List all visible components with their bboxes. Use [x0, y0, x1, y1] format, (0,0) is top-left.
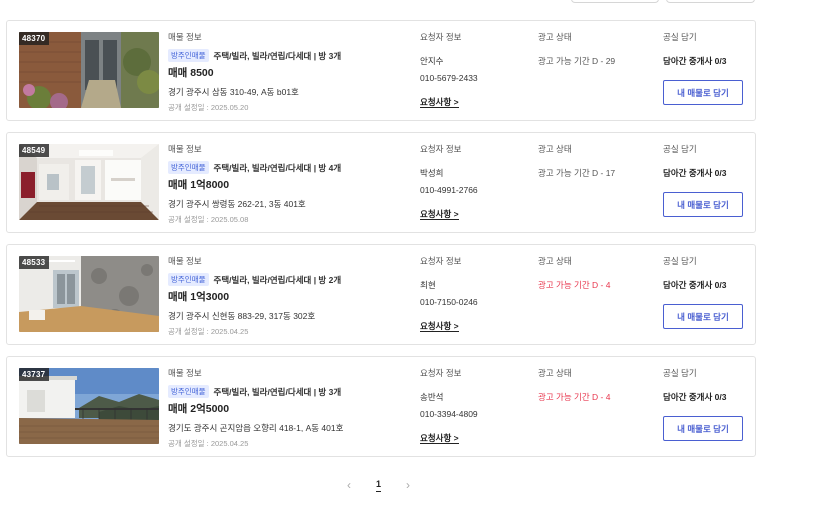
requester-phone: 010-4991-2766 [420, 185, 478, 195]
listing-photo[interactable]: 48533 [19, 256, 159, 332]
listing-card: 48549 매물 정보 방주인매물 주택/빌라, 빌라/연립/다세대 | 방 4… [6, 132, 756, 233]
exclusive-listing-tag: 방주인매물 [168, 385, 209, 398]
request-details-link[interactable]: 요청사항 > [420, 97, 459, 108]
listing-price: 매매 2억5000 [168, 403, 230, 415]
claim-listing-button[interactable]: 내 매물로 담기 [663, 416, 743, 441]
property-type: 주택/빌라, 빌라/연립/다세대 | 방 4개 [213, 162, 342, 173]
listing-price: 매매 1억8000 [168, 179, 230, 191]
listing-card: 48533 매물 정보 방주인매물 주택/빌라, 빌라/연립/다세대 | 방 2… [6, 244, 756, 345]
requester-name: 최현 [420, 280, 436, 290]
ad-status: 광고 상태 광고 가능 기간 D - 17 [538, 143, 653, 179]
vacancy-claim-label: 공실 담기 [663, 144, 697, 154]
publish-date: 공개 설정일 : 2025.05.08 [168, 215, 249, 224]
next-page-chevron-icon[interactable]: › [406, 478, 410, 492]
listing-info-label: 매물 정보 [168, 256, 202, 266]
requester-info-label: 요청자 정보 [420, 144, 462, 154]
listing-photo[interactable]: 48549 [19, 144, 159, 220]
ad-status-label: 광고 상태 [538, 256, 572, 266]
requester-phone: 010-5679-2433 [420, 73, 478, 83]
ad-period-status: 광고 가능 기간 D - 17 [538, 168, 616, 178]
publish-date: 공개 설정일 : 2025.04.25 [168, 439, 249, 448]
ad-status-label: 광고 상태 [538, 368, 572, 378]
top-sort-button[interactable] [666, 0, 755, 3]
requester-info-label: 요청자 정보 [420, 32, 462, 42]
ad-period-status: 광고 가능 기간 D - 4 [538, 392, 611, 402]
ad-status-label: 광고 상태 [538, 32, 572, 42]
ad-status: 광고 상태 광고 가능 기간 D - 4 [538, 255, 653, 291]
requester-phone: 010-3394-4809 [420, 409, 478, 419]
listing-card: 48370 매물 정보 방주인매물 주택/빌라, 빌라/연립/다세대 | 방 3… [6, 20, 756, 121]
listing-info-label: 매물 정보 [168, 144, 202, 154]
ad-status-label: 광고 상태 [538, 144, 572, 154]
vacancy-claim-label: 공실 담기 [663, 368, 697, 378]
requester-info-label: 요청자 정보 [420, 368, 462, 378]
publish-date: 공개 설정일 : 2025.04.25 [168, 327, 249, 336]
requester-name: 박성희 [420, 168, 444, 178]
listing-photo[interactable]: 43737 [19, 368, 159, 444]
listing-photo[interactable]: 48370 [19, 32, 159, 108]
requester-info-label: 요청자 정보 [420, 256, 462, 266]
listing-address: 경기 광주시 신현동 883-29, 317동 302호 [168, 311, 316, 321]
requester-info: 요청자 정보 송반석 010-3394-4809 요청사항 > [420, 367, 530, 444]
vacancy-claim: 공실 담기 담아간 중개사 0/3 내 매물로 담기 [663, 143, 753, 217]
listing-info-label: 매물 정보 [168, 32, 202, 42]
listing-address: 경기도 광주시 곤지암읍 오향리 418-1, A동 401호 [168, 423, 344, 433]
vacancy-claim: 공실 담기 담아간 중개사 0/3 내 매물로 담기 [663, 255, 753, 329]
page-number-current[interactable]: 1 [376, 479, 382, 492]
ad-status: 광고 상태 광고 가능 기간 D - 4 [538, 367, 653, 403]
listing-price: 매매 8500 [168, 67, 214, 79]
ad-period-status: 광고 가능 기간 D - 29 [538, 56, 616, 66]
exclusive-listing-tag: 방주인매물 [168, 273, 209, 286]
vacancy-claim: 공실 담기 담아간 중개사 0/3 내 매물로 담기 [663, 31, 753, 105]
listing-price: 매매 1억3000 [168, 291, 230, 303]
listing-id-badge: 48549 [19, 144, 50, 157]
pagination: ‹ 1 › [340, 476, 420, 496]
ad-period-status: 광고 가능 기간 D - 4 [538, 280, 611, 290]
listing-info: 매물 정보 방주인매물 주택/빌라, 빌라/연립/다세대 | 방 3개 매매 2… [168, 367, 408, 449]
listing-address: 경기 광주시 쌍령동 262-21, 3동 401호 [168, 199, 306, 209]
request-details-link[interactable]: 요청사항 > [420, 321, 459, 332]
top-filter-button[interactable] [571, 0, 659, 3]
property-type: 주택/빌라, 빌라/연립/다세대 | 방 2개 [213, 274, 342, 285]
property-type: 주택/빌라, 빌라/연립/다세대 | 방 3개 [213, 386, 342, 397]
ad-status: 광고 상태 광고 가능 기간 D - 29 [538, 31, 653, 67]
listing-info-label: 매물 정보 [168, 368, 202, 378]
publish-date: 공개 설정일 : 2025.05.20 [168, 103, 249, 112]
listing-address: 경기 광주시 삼동 310-49, A동 b01호 [168, 87, 299, 97]
listing-id-badge: 48533 [19, 256, 50, 269]
request-details-link[interactable]: 요청사항 > [420, 433, 459, 444]
claimed-agent-count: 담아간 중개사 0/3 [663, 56, 727, 66]
exclusive-listing-tag: 방주인매물 [168, 49, 209, 62]
listing-id-badge: 48370 [19, 32, 50, 45]
listing-id-badge: 43737 [19, 368, 50, 381]
claimed-agent-count: 담아간 중개사 0/3 [663, 280, 727, 290]
listing-info: 매물 정보 방주인매물 주택/빌라, 빌라/연립/다세대 | 방 3개 매매 8… [168, 31, 408, 113]
requester-info: 요청자 정보 안지수 010-5679-2433 요청사항 > [420, 31, 530, 108]
requester-name: 송반석 [420, 392, 444, 402]
requester-name: 안지수 [420, 56, 444, 66]
claimed-agent-count: 담아간 중개사 0/3 [663, 392, 727, 402]
request-details-link[interactable]: 요청사항 > [420, 209, 459, 220]
prev-page-chevron-icon[interactable]: ‹ [347, 478, 351, 492]
requester-info: 요청자 정보 최현 010-7150-0246 요청사항 > [420, 255, 530, 332]
requester-info: 요청자 정보 박성희 010-4991-2766 요청사항 > [420, 143, 530, 220]
vacancy-claim: 공실 담기 담아간 중개사 0/3 내 매물로 담기 [663, 367, 753, 441]
property-type: 주택/빌라, 빌라/연립/다세대 | 방 3개 [213, 50, 342, 61]
vacancy-claim-label: 공실 담기 [663, 32, 697, 42]
requester-phone: 010-7150-0246 [420, 297, 478, 307]
vacancy-claim-label: 공실 담기 [663, 256, 697, 266]
claim-listing-button[interactable]: 내 매물로 담기 [663, 192, 743, 217]
claim-listing-button[interactable]: 내 매물로 담기 [663, 80, 743, 105]
listing-card: 43737 매물 정보 방주인매물 주택/빌라, 빌라/연립/다세대 | 방 3… [6, 356, 756, 457]
claim-listing-button[interactable]: 내 매물로 담기 [663, 304, 743, 329]
listing-info: 매물 정보 방주인매물 주택/빌라, 빌라/연립/다세대 | 방 4개 매매 1… [168, 143, 408, 225]
exclusive-listing-tag: 방주인매물 [168, 161, 209, 174]
claimed-agent-count: 담아간 중개사 0/3 [663, 168, 727, 178]
listing-info: 매물 정보 방주인매물 주택/빌라, 빌라/연립/다세대 | 방 2개 매매 1… [168, 255, 408, 337]
